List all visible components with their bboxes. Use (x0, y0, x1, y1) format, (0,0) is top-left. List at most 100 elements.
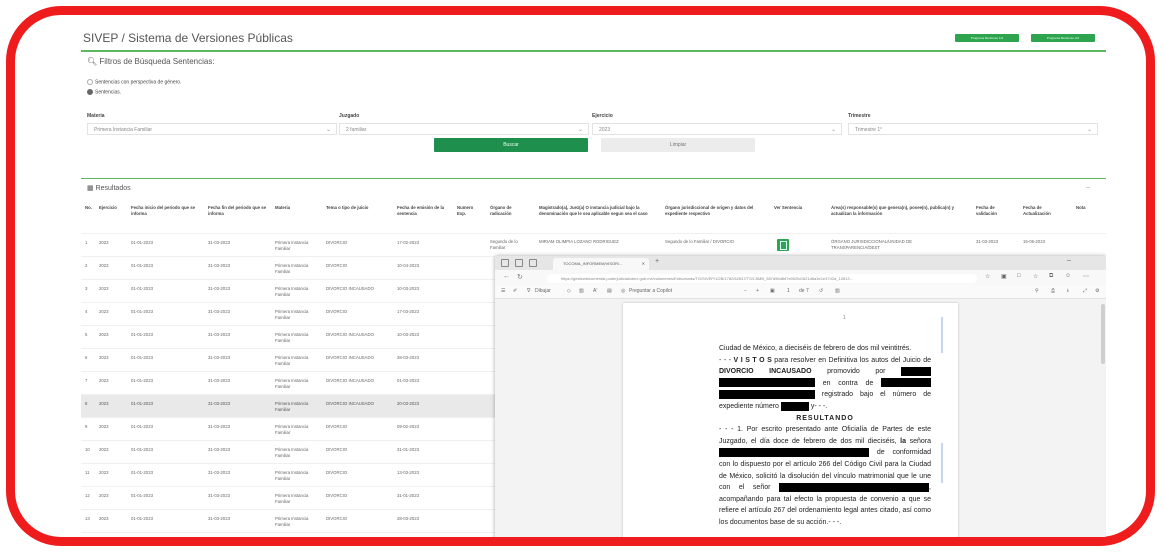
materia-select[interactable]: Primera Instancia Familiar ⌄ (87, 123, 337, 135)
ejercicio-value: 2023 (599, 127, 611, 133)
cell-mat: Primera Instancia Familiar (275, 424, 309, 435)
redaction-block (719, 448, 869, 457)
page-mark: 1 (843, 315, 846, 321)
new-tab-icon[interactable]: + (655, 258, 659, 265)
col-organo-radicacion: Órgano de radicación (490, 205, 512, 216)
cell-mat: Primera Instancia Familiar (275, 470, 309, 481)
monitoreo-button-2[interactable]: Programa Monitoreo 2/2 (1031, 34, 1095, 42)
browser-tab-strip: TOCOMA_INFORMEM/VISOR/... ✕ + – (495, 256, 1106, 270)
cell-mat: Primera Instancia Familiar (275, 309, 309, 320)
radio-gender-sentences[interactable]: Sentencias con perspectiva de género. (87, 79, 181, 85)
doc-vistos-rest: para resolver en Definitiva los autos de… (771, 356, 931, 364)
close-tab-icon[interactable]: ✕ (642, 258, 645, 270)
table-row[interactable]: 1 2023 01-01-2023 31-03-2023 Primera Instanc… (81, 233, 1106, 257)
filters-title-text: Filtros de Búsqueda Sentencias: (99, 57, 215, 66)
juzgado-select[interactable]: 2 familiar ⌄ (339, 123, 589, 135)
buscar-button[interactable]: Buscar (434, 138, 588, 152)
cell-fin: 31-03-2023 (208, 516, 230, 521)
zoom-out-button[interactable]: − (744, 288, 747, 294)
cell-ini: 01-01-2023 (131, 516, 153, 521)
cell-fin: 31-03-2023 (208, 309, 230, 314)
search-pdf-icon[interactable]: ⚲ (1035, 288, 1039, 294)
contents-icon[interactable]: ☰ (501, 288, 505, 294)
chevron-down-icon: ⌄ (325, 127, 331, 133)
table-icon: ▦ (87, 185, 94, 192)
highlight-icon[interactable]: ✐ (513, 288, 517, 294)
ejercicio-select[interactable]: 2023 ⌄ (592, 123, 842, 135)
zoom-in-button[interactable]: + (756, 288, 759, 294)
cell-fin: 31-03-2023 (208, 355, 230, 360)
cell-no: 3 (85, 286, 88, 291)
cell-ej: 2023 (99, 493, 109, 498)
draw-icon[interactable]: ∇ (527, 288, 530, 294)
cell-tema: DIVORCIO (326, 516, 348, 521)
copilot-icon[interactable]: ◎ (621, 288, 625, 294)
print-icon[interactable]: ⎙ (1051, 288, 1055, 294)
tab-actions-icon[interactable] (529, 259, 537, 267)
cell-ej: 2023 (99, 470, 109, 475)
draw-button[interactable]: Dibujar (535, 288, 551, 294)
view-icon[interactable]: ▥ (579, 288, 584, 294)
pdf-scrollbar[interactable] (1101, 304, 1105, 364)
extensions-icon[interactable]: ▣ (1001, 273, 1007, 280)
col-numero-exp: Numero Exp. (457, 205, 474, 216)
app-header: SIVEP / Sistema de Versiones Públicas Pr… (81, 27, 1106, 49)
read-aloud-icon[interactable]: Aʼ (593, 288, 597, 294)
translate-icon[interactable]: ▤ (607, 288, 612, 294)
favorites-icon[interactable]: ☆ (1033, 273, 1038, 280)
cell-ini: 01-01-2023 (131, 401, 153, 406)
favorites-star-icon[interactable]: ☆ (985, 273, 990, 280)
cell-emi: 28-03-2023 (397, 355, 419, 360)
ejercicio-label: Ejercicio (592, 113, 613, 119)
page-number-input[interactable]: 1 (787, 288, 790, 294)
cell-ej: 2023 (99, 355, 109, 360)
cell-fin: 31-03-2023 (208, 539, 230, 544)
fit-page-icon[interactable]: ▣ (770, 288, 775, 294)
juzgado-label: Juzgado (339, 113, 360, 119)
cell-ini: 01-01-2023 (131, 240, 153, 245)
ask-copilot-button[interactable]: Preguntar a Copilot (629, 288, 672, 294)
refresh-icon[interactable]: ↻ (517, 273, 523, 281)
account-icon[interactable]: ☺ (1065, 273, 1071, 279)
limpiar-button[interactable]: Limpiar (601, 138, 755, 152)
cell-no: 8 (85, 401, 88, 406)
collapse-icon[interactable]: – (1086, 184, 1090, 191)
collections-icon[interactable]: ⧉ (1049, 273, 1053, 280)
profile-icon[interactable] (501, 259, 509, 267)
radio-unselected-icon (87, 79, 93, 85)
cell-ini: 01-01-2023 (131, 539, 153, 544)
split-screen-icon[interactable]: □ (1017, 273, 1021, 279)
cell-mat: Primera Instancia Familiar (275, 493, 309, 504)
monitoreo-button-1[interactable]: Programa Monitoreo 1/2 (955, 34, 1019, 42)
cell-tema: DIVORCIO (326, 424, 348, 429)
pdf-page: 1 Ciudad de México, a dieciséis de febre… (623, 303, 958, 537)
cell-emi: 28-03-2023 (397, 516, 419, 521)
more-icon[interactable]: ⋯ (1083, 273, 1089, 280)
workspaces-icon[interactable] (515, 259, 523, 267)
col-area-responsable: Área(s) responsable(s) que genera(n), po… (831, 205, 954, 216)
fullscreen-icon[interactable]: ⤢ (1083, 288, 1087, 294)
cell-ej: 2023 (99, 539, 109, 544)
rotate-icon[interactable]: ↺ (819, 288, 823, 294)
doc-vistos: V I S T O S (733, 356, 772, 364)
trimestre-label: Trimestre (848, 113, 871, 119)
trimestre-select[interactable]: Trimestre 1° ⌄ (848, 123, 1098, 135)
back-icon[interactable]: ← (503, 273, 510, 280)
cell-ini: 01-01-2023 (131, 286, 153, 291)
results-title-text: Resultados (95, 185, 131, 192)
app-title: SIVEP / Sistema de Versiones Públicas (83, 31, 293, 45)
ver-sentencia-button[interactable] (777, 239, 789, 251)
minimize-icon[interactable]: – (1067, 257, 1071, 264)
url-bar[interactable]: https://gestionbicumental.poderjudicialc… (547, 274, 977, 283)
erase-icon[interactable]: ◇ (567, 288, 571, 294)
doc-en-contra: en contra de (815, 379, 881, 387)
redaction-block (881, 378, 931, 388)
save-icon[interactable]: ⭳ (1067, 288, 1069, 296)
browser-tab-pdf[interactable]: TOCOMA_INFORMEM/VISOR/... ✕ (553, 258, 649, 270)
cell-no: 6 (85, 355, 88, 360)
two-page-icon[interactable]: ▥ (835, 288, 840, 294)
radio-sentences[interactable]: Sentencias. (87, 89, 121, 95)
cell-tema: DIVORCIO (326, 309, 348, 314)
settings-icon[interactable]: ⚙ (1095, 288, 1099, 294)
cell-fin: 31-03-2023 (208, 470, 230, 475)
